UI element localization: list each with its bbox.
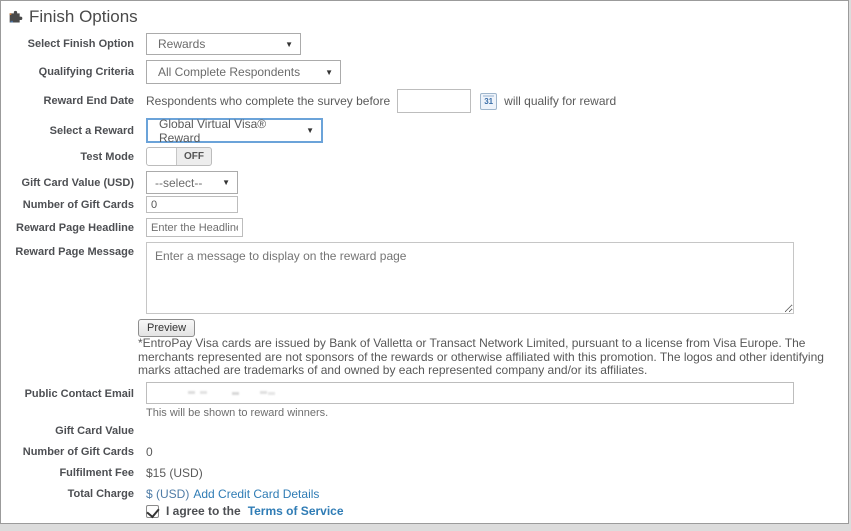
select-a-reward-label: Select a Reward	[1, 125, 134, 137]
agreement-row: I agree to the Terms of Service	[146, 504, 344, 518]
number-of-gift-cards-label: Number of Gift Cards	[1, 199, 134, 211]
finish-options-panel: Finish Options Select Finish Option Rewa…	[0, 0, 849, 524]
gift-card-value-dropdown[interactable]: --select-- ▼	[146, 171, 238, 194]
summary-fulfilment-fee-label: Fulfilment Fee	[1, 467, 134, 479]
test-mode-toggle[interactable]: OFF	[146, 147, 212, 166]
select-a-reward-value: Global Virtual Visa® Reward	[159, 117, 298, 145]
qualifying-criteria-dropdown[interactable]: All Complete Respondents ▼	[146, 60, 341, 84]
row-summary-number-of-gift-cards: Number of Gift Cards 0	[1, 444, 153, 460]
page-title: Finish Options	[29, 7, 138, 27]
row-reward-page-message: Reward Page Message	[1, 242, 794, 314]
preview-button[interactable]: Preview	[138, 319, 195, 337]
page-header: Finish Options	[8, 7, 138, 27]
row-summary-gift-card-value: Gift Card Value	[1, 423, 146, 439]
public-contact-email-helper: This will be shown to reward winners.	[146, 407, 794, 419]
chevron-down-icon: ▼	[285, 40, 293, 49]
gift-card-value-label: Gift Card Value (USD)	[1, 177, 134, 189]
agreement-text: I agree to the	[166, 504, 241, 518]
public-contact-email-input[interactable]	[146, 382, 794, 404]
select-finish-option-value: Rewards	[158, 37, 205, 51]
entropay-disclaimer: *EntroPay Visa cards are issued by Bank …	[138, 337, 850, 378]
select-finish-option-label: Select Finish Option	[1, 38, 134, 50]
public-contact-email-label: Public Contact Email	[1, 382, 134, 400]
row-gift-card-value-select: Gift Card Value (USD) --select-- ▼	[1, 171, 238, 194]
row-qualifying-criteria: Qualifying Criteria All Complete Respond…	[1, 60, 341, 84]
chevron-down-icon: ▼	[222, 178, 230, 187]
reward-page-message-textarea[interactable]	[146, 242, 794, 314]
row-select-finish-option: Select Finish Option Rewards ▼	[1, 33, 301, 55]
reward-page-message-label: Reward Page Message	[1, 242, 134, 258]
row-select-a-reward: Select a Reward Global Virtual Visa® Rew…	[1, 118, 323, 143]
puzzle-piece-icon	[8, 10, 23, 25]
row-summary-total-charge: Total Charge $ (USD) Add Credit Card Det…	[1, 486, 319, 502]
number-of-gift-cards-input[interactable]	[146, 196, 238, 213]
row-public-contact-email: Public Contact Email This will be shown …	[1, 382, 794, 419]
calendar-icon[interactable]: 31	[480, 93, 497, 110]
reward-page-headline-input[interactable]	[146, 218, 243, 237]
qualifying-criteria-label: Qualifying Criteria	[1, 66, 134, 78]
gift-card-value-selected: --select--	[155, 176, 202, 190]
row-reward-page-headline: Reward Page Headline	[1, 218, 243, 237]
summary-total-charge: $ (USD)	[146, 487, 189, 501]
select-finish-option-dropdown[interactable]: Rewards ▼	[146, 33, 301, 55]
chevron-down-icon: ▼	[306, 126, 314, 135]
row-summary-fulfilment-fee: Fulfilment Fee $15 (USD)	[1, 465, 203, 481]
summary-total-charge-label: Total Charge	[1, 488, 134, 500]
reward-end-date-prefix: Respondents who complete the survey befo…	[146, 94, 390, 108]
row-number-of-gift-cards: Number of Gift Cards	[1, 196, 238, 213]
test-mode-state: OFF	[177, 148, 211, 165]
qualifying-criteria-value: All Complete Respondents	[158, 65, 300, 79]
reward-end-date-label: Reward End Date	[1, 95, 134, 107]
summary-fulfilment-fee: $15 (USD)	[146, 466, 203, 480]
summary-number-of-gift-cards-label: Number of Gift Cards	[1, 446, 134, 458]
toggle-knob	[147, 148, 177, 165]
row-test-mode: Test Mode OFF	[1, 147, 212, 166]
reward-end-date-input[interactable]	[397, 89, 471, 113]
terms-of-service-link[interactable]: Terms of Service	[248, 504, 344, 518]
summary-number-of-gift-cards: 0	[146, 445, 153, 459]
reward-page-headline-label: Reward Page Headline	[1, 222, 134, 234]
test-mode-label: Test Mode	[1, 151, 134, 163]
summary-gift-card-value-label: Gift Card Value	[1, 425, 134, 437]
agree-checkbox[interactable]	[146, 505, 159, 518]
finish-options-page: { "header": { "title": "Finish Options" …	[0, 0, 851, 531]
add-credit-card-details-link[interactable]: Add Credit Card Details	[193, 487, 319, 501]
row-reward-end-date: Reward End Date Respondents who complete…	[1, 89, 616, 113]
public-contact-email-wrap: This will be shown to reward winners.	[146, 382, 794, 419]
select-a-reward-dropdown[interactable]: Global Virtual Visa® Reward ▼	[146, 118, 323, 143]
chevron-down-icon: ▼	[325, 68, 333, 77]
reward-end-date-suffix: will qualify for reward	[504, 94, 616, 108]
